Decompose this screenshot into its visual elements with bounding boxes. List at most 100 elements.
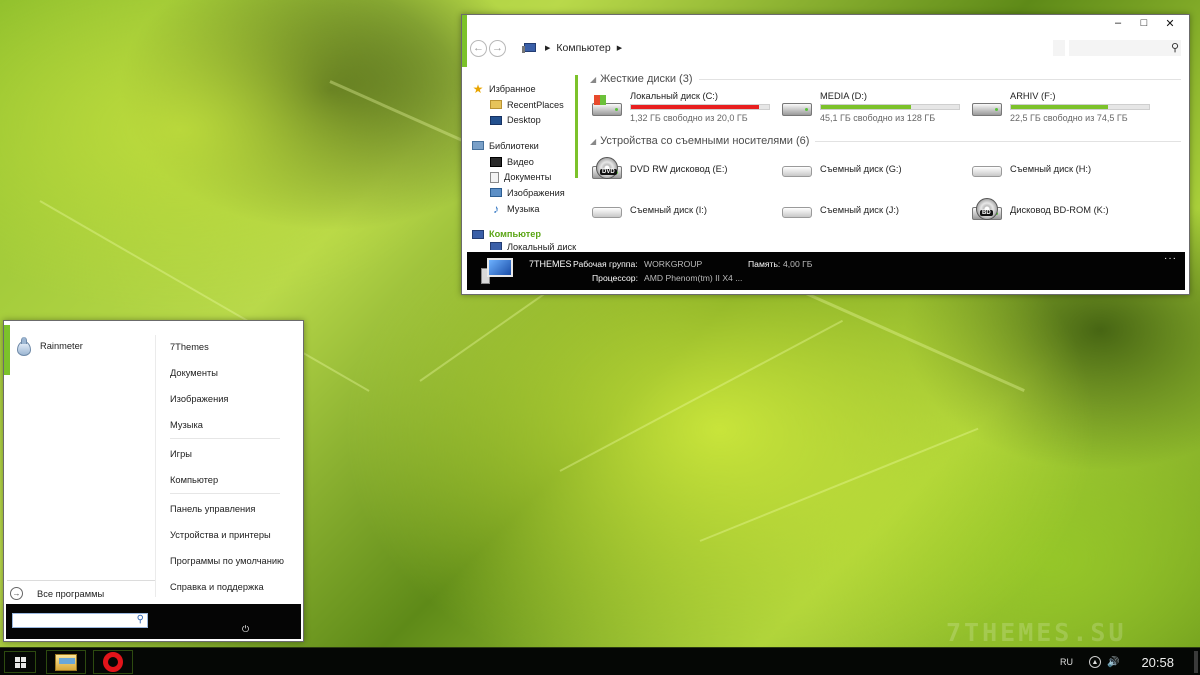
nav-favorites[interactable]: ★ Избранное [472,81,577,97]
arrow-right-icon: → [10,587,23,600]
drive-name: Съемный диск (J:) [820,204,900,215]
start-search-input[interactable]: ⚲ [12,613,148,628]
drive-h[interactable]: Съемный диск (H:) [970,149,1160,191]
cpu-label: Процессор: [592,273,638,283]
removable-drive-icon [970,157,1004,183]
forward-button[interactable]: → [489,39,506,57]
start-link-computer[interactable]: Компьютер [170,475,218,485]
drive-name: Съемный диск (I:) [630,204,707,215]
nav-local-disk[interactable]: Локальный диск [472,242,577,251]
collapse-triangle-icon: ◢ [590,136,597,146]
drive-name: ARHIV (F:) [1010,91,1056,101]
nav-images[interactable]: Изображения [472,185,577,201]
drive-k[interactable]: BD Дисковод BD-ROM (K:) [970,191,1160,231]
drive-name: Дисковод BD-ROM (K:) [1010,204,1109,215]
removable-drive-icon [780,198,814,224]
start-link-control-panel[interactable]: Панель управления [170,504,255,514]
start-link-images[interactable]: Изображения [170,394,228,404]
refresh-button[interactable] [1053,40,1065,56]
start-link-default-programs[interactable]: Программы по умолчанию [170,556,284,566]
search-icon: ⚲ [1170,42,1179,54]
group-header-hard-drives[interactable]: ◢ Жесткие диски (3) [590,71,1181,87]
chevron-right-icon: ▶ [545,45,551,52]
computer-name: 7THEMES [529,259,572,269]
drive-d[interactable]: MEDIA (D:) 45,1 ГБ свободно из 128 ГБ [780,87,970,127]
workgroup-label: Рабочая группа: [573,259,638,269]
nav-computer[interactable]: Компьютер [472,227,577,243]
drive-name: Съемный диск (G:) [820,163,902,174]
all-programs-button[interactable]: → Все программы [10,587,104,600]
disk-icon [490,242,502,251]
nav-scrollbar[interactable] [575,75,578,178]
start-link-devices[interactable]: Устройства и принтеры [170,530,271,540]
watermark: 7THEMES.SU [946,618,1127,647]
divider [170,493,280,494]
nav-label: Видео [507,156,534,167]
start-link-documents[interactable]: Документы [170,368,218,378]
drive-name: MEDIA (D:) [820,91,868,101]
taskbar-explorer[interactable] [46,650,86,674]
power-icon[interactable]: ⏻ [242,624,249,635]
language-indicator[interactable]: RU [1060,657,1073,667]
nav-documents[interactable]: Документы [472,169,577,185]
start-link-music[interactable]: Музыка [170,420,203,430]
close-button[interactable]: ✕ [1157,16,1183,30]
nav-music[interactable]: ♪ Музыка [472,201,577,217]
chevron-right-icon[interactable]: ▶ [617,44,622,52]
drive-j[interactable]: Съемный диск (J:) [780,191,970,231]
nav-label: Изображения [507,187,565,198]
show-desktop-button[interactable] [1194,651,1198,673]
group-header-removable[interactable]: ◢ Устройства со съемными носителями (6) [590,133,1181,149]
nav-label: Музыка [507,203,540,214]
dvd-drive-icon: DVD [590,157,624,183]
explorer-window[interactable]: – □ ✕ ← → ▶ Компьютер ▶ ⚲ ★ Избранное Re… [461,14,1190,295]
taskbar: RU ▲ 🔊 20:58 [0,647,1200,675]
drive-usage-bar [820,104,960,110]
address-bar: ← → ▶ Компьютер ▶ ⚲ [470,37,1181,59]
drive-f[interactable]: ARHIV (F:) 22,5 ГБ свободно из 74,5 ГБ [970,87,1160,127]
nav-label: Библиотеки [489,140,539,151]
drive-name: Локальный диск (C:) [630,91,718,101]
breadcrumb[interactable]: ▶ Компьютер ▶ [522,42,628,54]
all-programs-label: Все программы [37,588,105,599]
drive-i[interactable]: Съемный диск (I:) [590,191,780,231]
arrow-up-icon[interactable]: ▲ [1089,656,1101,668]
speaker-icon[interactable]: 🔊 [1107,657,1119,668]
start-link-7themes[interactable]: 7Themes [170,342,209,352]
search-input[interactable]: ⚲ [1069,40,1181,56]
minimize-button[interactable]: – [1105,16,1131,30]
leaf-vein [699,427,979,542]
back-button[interactable]: ← [470,39,487,57]
opera-icon [103,652,123,672]
system-drive-icon [590,94,624,120]
nav-libraries[interactable]: Библиотеки [472,138,577,154]
clock[interactable]: 20:58 [1141,655,1174,670]
breadcrumb-computer[interactable]: Компьютер [556,42,610,54]
divider [815,140,1181,142]
more-button[interactable]: ··· [1164,253,1177,264]
drive-free-space: 45,1 ГБ свободно из 128 ГБ [820,113,936,123]
start-link-games[interactable]: Игры [170,449,192,459]
star-icon: ★ [472,81,484,96]
start-button[interactable] [4,651,36,673]
nav-label: Компьютер [489,229,541,240]
divider [698,78,1181,80]
maximize-button[interactable]: □ [1131,16,1157,30]
drive-e[interactable]: DVD DVD RW дисковод (E:) [590,149,780,191]
drive-free-space: 22,5 ГБ свободно из 74,5 ГБ [1010,113,1128,123]
drive-g[interactable]: Съемный диск (G:) [780,149,970,191]
navigation-pane: ★ Избранное RecentPlaces Desktop Библиот… [472,71,577,252]
nav-recentplaces[interactable]: RecentPlaces [472,97,577,113]
hard-drive-icon [780,94,814,120]
start-bottom-bar: ⚲ ⏻ [6,604,301,639]
taskbar-opera[interactable] [93,650,133,674]
nav-desktop[interactable]: Desktop [472,112,577,128]
divider [7,580,155,581]
drive-usage-bar [1010,104,1150,110]
start-link-help[interactable]: Справка и поддержка [170,582,264,592]
computer-icon [472,229,484,239]
pinned-rainmeter[interactable]: Rainmeter [16,337,83,356]
nav-video[interactable]: Видео [472,154,577,170]
drive-c[interactable]: Локальный диск (C:) 1,32 ГБ свободно из … [590,87,780,127]
removable-drive-icon [590,198,624,224]
